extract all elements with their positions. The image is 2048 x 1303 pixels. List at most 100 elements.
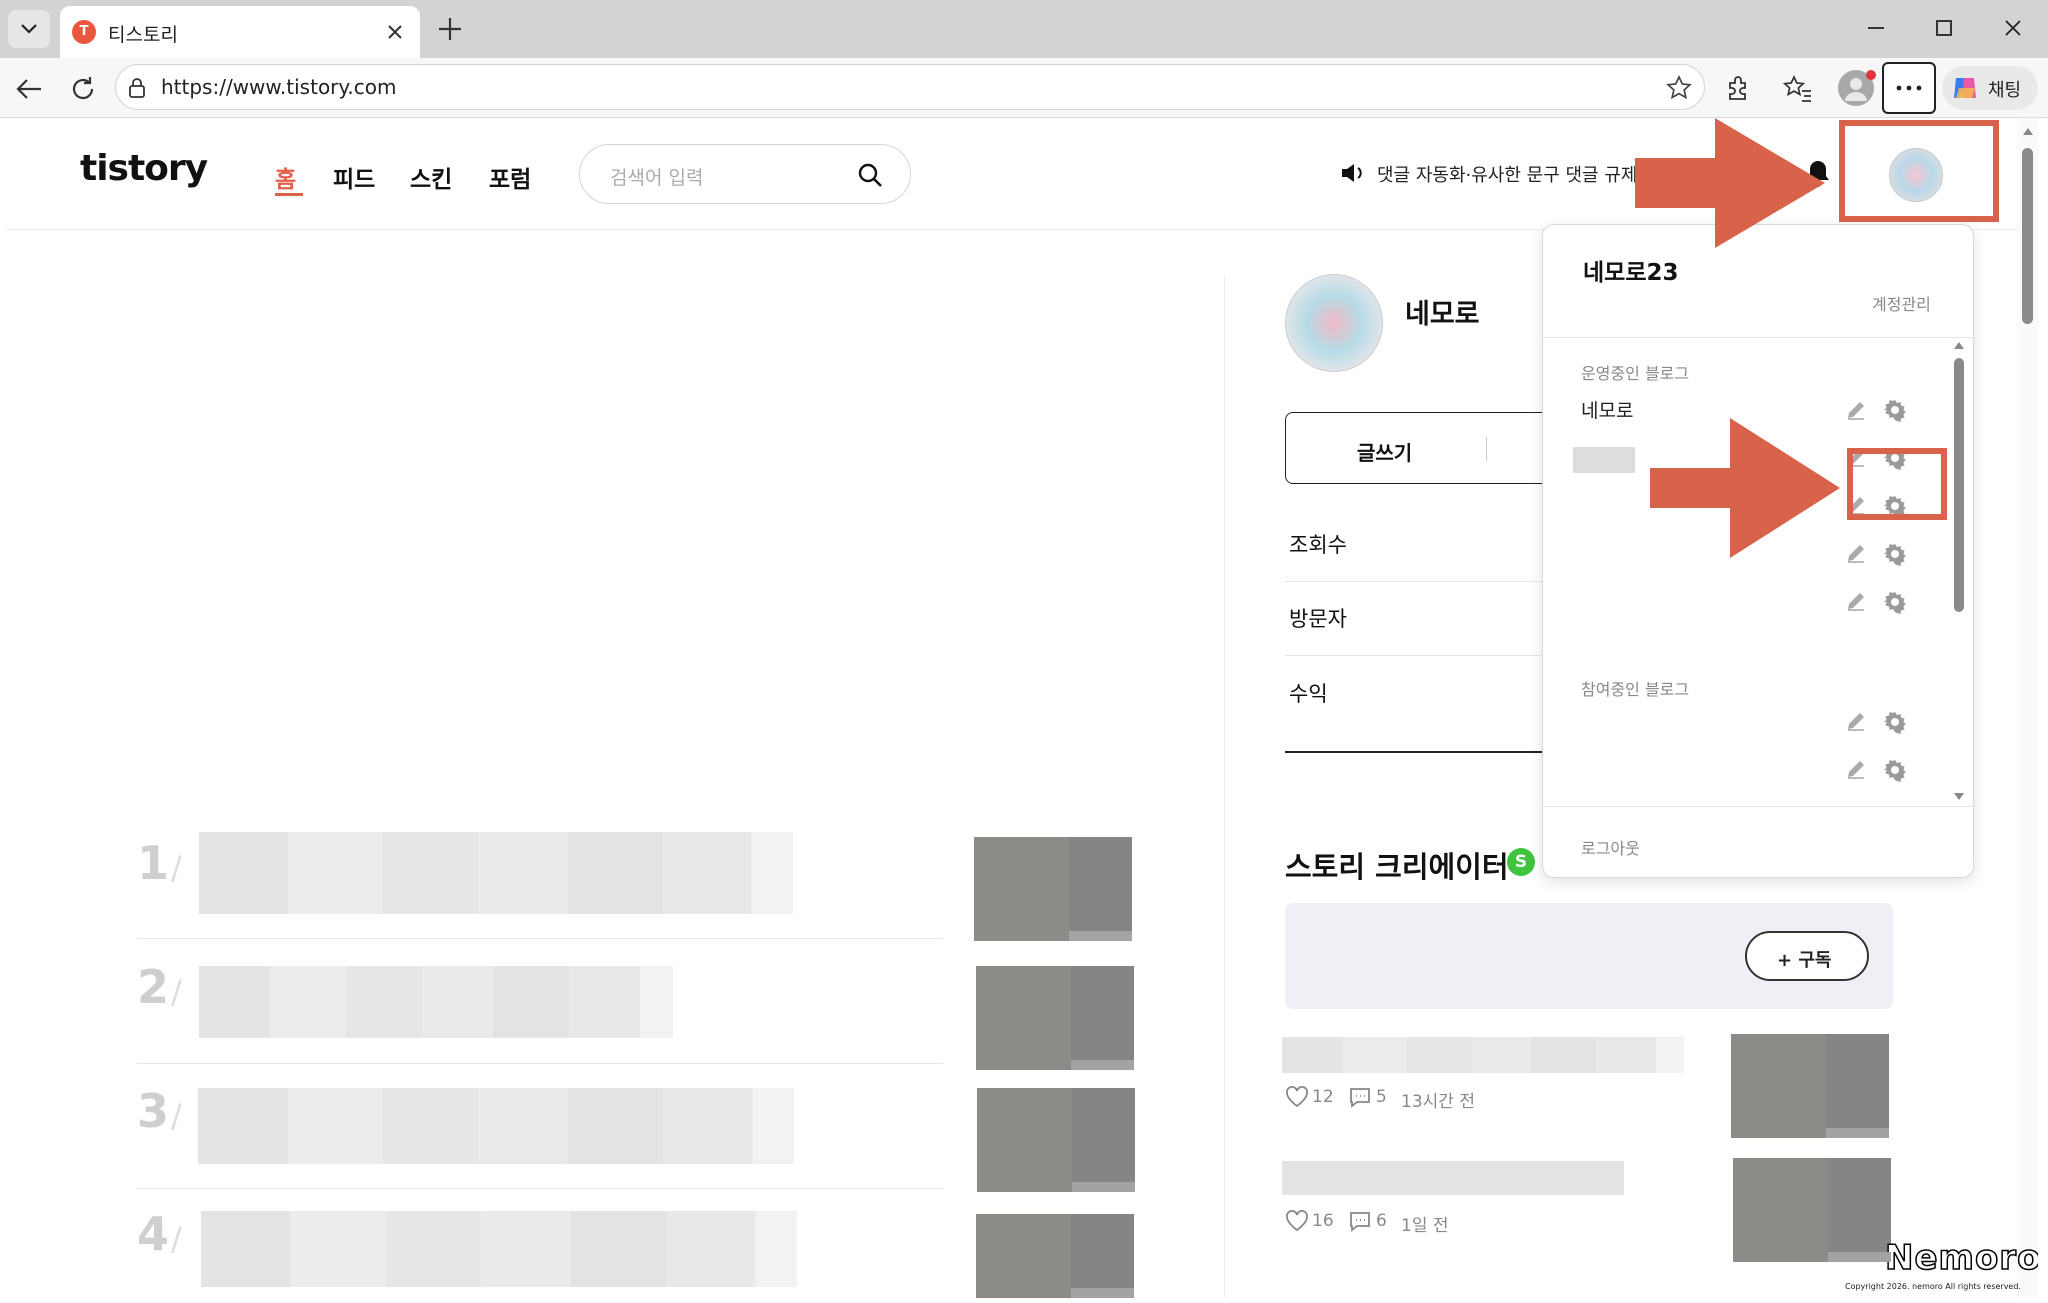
arrow-annotation-icon [1650, 418, 1840, 558]
nav-home[interactable]: 홈 [275, 160, 296, 194]
post-title-blurred[interactable] [1282, 1161, 1624, 1195]
edit-pencil-icon[interactable] [1845, 542, 1867, 564]
rank-number: 2/ [137, 960, 182, 1014]
ranking-thumbnail[interactable] [976, 966, 1134, 1070]
blog-list: 운영중인 블로그 네모로 참여중인 블로그 [1543, 338, 1975, 806]
comment-icon[interactable] [1348, 1086, 1372, 1108]
rank-number: 1/ [137, 836, 182, 890]
nav-skin[interactable]: 스킨 [410, 160, 452, 194]
refresh-icon[interactable] [68, 74, 98, 104]
tab-list-button[interactable] [8, 10, 50, 48]
watermark-copyright: Copyright 2026. nemoro All rights reserv… [1845, 1282, 2021, 1291]
maximize-icon[interactable] [1932, 16, 1956, 40]
gear-icon[interactable] [1883, 758, 1907, 782]
site-search-box[interactable]: 검색어 입력 [579, 144, 911, 204]
minimize-icon[interactable] [1864, 16, 1888, 40]
page-scrollbar[interactable] [2017, 118, 2038, 1298]
profile-name[interactable]: 네모로 [1405, 292, 1480, 331]
dropdown-username: 네모로23 [1583, 260, 1679, 286]
ranking-title-blurred[interactable] [199, 832, 793, 914]
browser-tab-bar: T 티스토리 [0, 0, 2048, 58]
copilot-icon [1954, 78, 1976, 98]
tistory-favicon-icon: T [72, 20, 96, 44]
edit-pencil-icon[interactable] [1845, 590, 1867, 612]
section-joined-blogs: 참여중인 블로그 [1581, 680, 1690, 699]
arrow-annotation-icon [1635, 118, 1825, 248]
extensions-icon[interactable] [1722, 74, 1752, 104]
comments-count: 5 [1376, 1087, 1387, 1107]
browser-tab[interactable]: T 티스토리 [60, 6, 420, 58]
divider [1285, 581, 1545, 582]
ranking-title-blurred[interactable] [201, 1211, 797, 1287]
highlight-box-settings [1847, 448, 1947, 520]
heart-icon[interactable] [1285, 1210, 1309, 1232]
ranking-thumbnail[interactable] [976, 1214, 1134, 1298]
post-time: 1일 전 [1401, 1216, 1449, 1236]
search-input[interactable]: 검색어 입력 [610, 163, 703, 190]
ranking-title-blurred[interactable] [199, 966, 673, 1038]
dropdown-scrollbar-thumb[interactable] [1954, 358, 1964, 612]
highlight-box-avatar [1839, 120, 1999, 222]
rank-number: 3/ [137, 1084, 182, 1138]
gear-icon[interactable] [1883, 398, 1907, 422]
column-divider [1224, 275, 1225, 1298]
divider [137, 938, 943, 939]
favorite-star-icon[interactable] [1666, 75, 1692, 101]
post-title-blurred[interactable] [1282, 1037, 1684, 1073]
address-bar[interactable]: https://www.tistory.com [115, 64, 1705, 110]
nav-forum[interactable]: 포럼 [489, 160, 531, 194]
likes-count: 12 [1312, 1087, 1334, 1107]
edit-pencil-icon[interactable] [1845, 710, 1867, 732]
divider [1285, 655, 1545, 656]
back-icon[interactable] [14, 75, 44, 103]
close-tab-icon[interactable] [385, 22, 405, 42]
scroll-down-arrow-icon[interactable] [1953, 792, 1965, 802]
write-label: 글쓰기 [1357, 441, 1413, 465]
tab-title: 티스토리 [108, 24, 178, 46]
profile-avatar[interactable] [1285, 274, 1383, 372]
subscribe-label: + 구독 [1777, 950, 1832, 971]
post-thumbnail[interactable] [1733, 1158, 1891, 1262]
post-time: 13시간 전 [1401, 1092, 1475, 1112]
notice-text[interactable]: 댓글 자동화·유사한 문구 댓글 규제 [1377, 161, 1637, 187]
close-window-icon[interactable] [2001, 16, 2025, 40]
favorites-icon[interactable] [1782, 74, 1814, 104]
rank-number: 4/ [137, 1207, 182, 1261]
divider [137, 1063, 943, 1064]
running-blog-name[interactable]: 네모로 [1581, 396, 1633, 423]
divider [1543, 806, 1975, 807]
url-text: https://www.tistory.com [161, 75, 397, 99]
tistory-logo[interactable]: tistory [80, 148, 208, 189]
scroll-up-arrow-icon[interactable] [1953, 340, 1965, 350]
edit-pencil-icon[interactable] [1845, 399, 1867, 421]
gear-icon[interactable] [1883, 590, 1907, 614]
account-manage-link[interactable]: 계정관리 [1872, 291, 1931, 315]
copilot-chat-button[interactable]: 채팅 [1942, 66, 2038, 110]
creator-title: 스토리 크리에이터 [1285, 850, 1509, 884]
edit-pencil-icon[interactable] [1845, 758, 1867, 780]
settings-more-button[interactable] [1882, 62, 1936, 114]
logout-link[interactable]: 로그아웃 [1581, 835, 1640, 859]
scroll-up-arrow-icon[interactable] [2022, 126, 2034, 136]
heart-icon[interactable] [1285, 1086, 1309, 1108]
browser-toolbar: https://www.tistory.com 채팅 [0, 58, 2048, 118]
scrollbar-thumb[interactable] [2022, 148, 2033, 324]
ranking-title-blurred[interactable] [198, 1088, 794, 1164]
comment-icon[interactable] [1348, 1210, 1372, 1232]
speaker-icon [1342, 164, 1362, 182]
blog-name-blurred[interactable] [1573, 447, 1635, 473]
watermark: Nemoro Copyright 2026. nemoro All rights… [1845, 1237, 2038, 1298]
nav-feed[interactable]: 피드 [333, 160, 375, 194]
search-icon[interactable] [856, 161, 884, 189]
subscribe-button[interactable]: + 구독 [1745, 931, 1869, 981]
gear-icon[interactable] [1883, 542, 1907, 566]
gear-icon[interactable] [1883, 710, 1907, 734]
browser-profile-avatar[interactable] [1838, 70, 1876, 106]
ranking-thumbnail[interactable] [977, 1088, 1135, 1192]
ranking-thumbnail[interactable] [974, 837, 1132, 941]
creator-card[interactable]: + 구독 [1285, 903, 1893, 1009]
nav-active-indicator [275, 193, 303, 196]
post-thumbnail[interactable] [1731, 1034, 1889, 1138]
chevron-down-icon [21, 24, 37, 34]
new-tab-icon[interactable] [436, 15, 464, 43]
